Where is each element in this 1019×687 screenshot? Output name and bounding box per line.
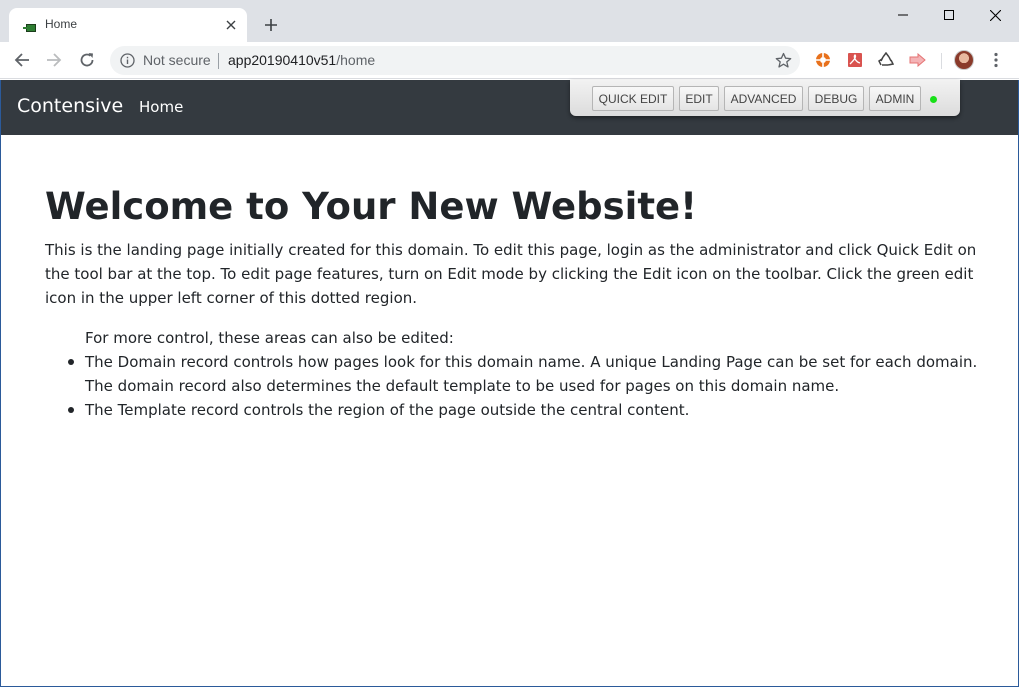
status-indicator (930, 96, 937, 103)
back-icon[interactable] (10, 48, 34, 72)
list-item: The Domain record controls how pages loo… (68, 350, 985, 398)
site-favicon-icon (23, 19, 37, 32)
main-content: Welcome to Your New Website! This is the… (45, 182, 985, 422)
tab-home[interactable]: Home (9, 8, 247, 42)
extension-lifebuoy-icon[interactable] (814, 51, 832, 69)
bookmark-star-icon[interactable] (775, 52, 792, 69)
address-bar[interactable]: Not secure app20190410v51/home (110, 46, 800, 75)
list-item: The Template record controls the region … (68, 398, 985, 422)
editable-areas-list: The Domain record controls how pages loo… (68, 350, 985, 422)
reload-icon[interactable] (75, 48, 99, 72)
close-tab-icon[interactable] (223, 17, 239, 33)
profile-avatar[interactable] (954, 50, 974, 70)
edit-button[interactable]: EDIT (679, 86, 719, 111)
security-label[interactable]: Not secure (143, 52, 211, 68)
toolbar-divider (941, 53, 942, 69)
window-close-icon[interactable] (972, 0, 1018, 30)
url-text[interactable]: app20190410v51/home (228, 52, 375, 68)
info-icon[interactable] (120, 53, 135, 68)
site-brand[interactable]: Contensive (17, 95, 123, 117)
more-control-label: For more control, these areas can also b… (85, 329, 454, 347)
advanced-button[interactable]: ADVANCED (724, 86, 803, 111)
extension-pdf-icon[interactable] (846, 51, 864, 69)
site-navbar: Contensive Home QUICK EDIT EDIT ADVANCED… (1, 80, 1018, 135)
browser-toolbar: Not secure app20190410v51/home (0, 42, 1019, 79)
intro-paragraph: This is the landing page initially creat… (45, 241, 977, 307)
browser-menu-icon[interactable] (988, 51, 1004, 69)
forward-icon[interactable] (42, 48, 66, 72)
url-host: app20190410v51 (228, 52, 337, 68)
cms-toolbar: QUICK EDIT EDIT ADVANCED DEBUG ADMIN (570, 80, 960, 116)
url-path: /home (336, 52, 376, 68)
extension-arrow-icon[interactable] (909, 51, 927, 69)
omnibox-divider (218, 53, 219, 69)
admin-button[interactable]: ADMIN (869, 86, 921, 111)
debug-button[interactable]: DEBUG (808, 86, 864, 111)
tab-title: Home (45, 17, 78, 31)
nav-link-home[interactable]: Home (139, 98, 183, 116)
web-page: Contensive Home QUICK EDIT EDIT ADVANCED… (0, 80, 1019, 687)
quick-edit-button[interactable]: QUICK EDIT (592, 86, 674, 111)
tab-strip: Home (0, 0, 1019, 42)
maximize-icon[interactable] (926, 0, 972, 30)
new-tab-icon[interactable] (262, 16, 280, 34)
minimize-icon[interactable] (880, 0, 926, 30)
page-title: Welcome to Your New Website! (45, 185, 697, 228)
extension-recycle-icon[interactable] (877, 51, 895, 69)
